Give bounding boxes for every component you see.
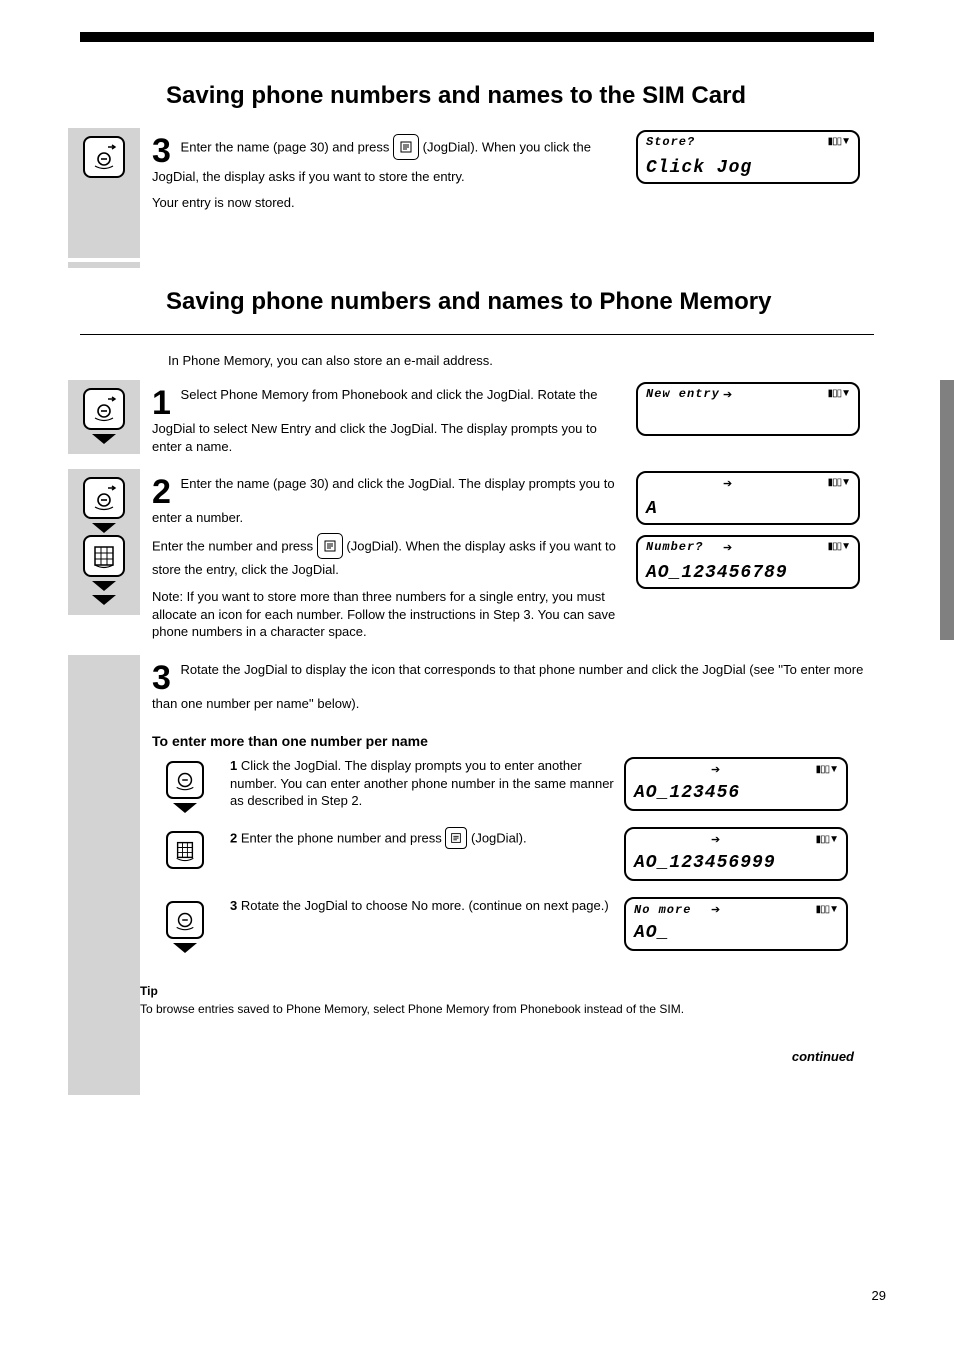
pm-intro: In Phone Memory, you can also store an e…	[168, 353, 874, 368]
lcd-number: ➔ ▮▯▯▼ Number? AO_123456789	[636, 535, 860, 589]
lcd-123456: ➔ ▮▯▯▼ AO_123456	[624, 757, 848, 811]
step-body: 3 Enter the name (page 30) and press (Jo…	[140, 128, 636, 221]
down-arrow-icon	[92, 595, 116, 605]
down-arrow-icon	[173, 803, 197, 813]
lcd-store: ▮▯▯▼ Store? Click Jog	[636, 130, 860, 184]
tip-block: Tip To browse entries saved to Phone Mem…	[140, 983, 874, 1017]
thumb-tab	[940, 380, 954, 640]
substep-icon-col	[140, 757, 230, 815]
substep-1: 1 Click the JogDial. The display prompts…	[140, 757, 874, 821]
step-number: 1	[152, 386, 171, 420]
substep-text: 1 Click the JogDial. The display prompts…	[230, 757, 624, 810]
lcd-a: ➔ ▮▯▯▼ A	[636, 471, 860, 525]
lcd-col: ➔ ▮▯▯▼ A ➔ ▮▯▯▼ Number? AO_123456789	[636, 469, 886, 601]
page-number: 29	[872, 1288, 886, 1303]
pm-step-3: 3 Rotate the JogDial to display the icon…	[68, 655, 886, 1095]
heading-phonememory: Saving phone numbers and names to Phone …	[166, 288, 886, 316]
left-icon-column	[68, 380, 140, 454]
divider	[80, 334, 874, 335]
lcd-col: ➔ ▮▯▯▼ New entry	[636, 380, 886, 448]
tip-body: To browse entries saved to Phone Memory,…	[140, 1001, 874, 1017]
jog-push-right-icon	[83, 477, 125, 519]
signal-icon: ▮▯▯▼	[828, 388, 850, 399]
left-icon-column	[68, 655, 140, 1095]
down-arrow-icon	[92, 581, 116, 591]
tip-title: Tip	[140, 983, 874, 999]
signal-icon: ▮▯▯▼	[816, 833, 838, 847]
pm-step-1: 1 Select Phone Memory from Phonebook and…	[68, 380, 886, 465]
lcd-col: ▮▯▯▼ Store? Click Jog	[636, 128, 886, 196]
memo-icon	[393, 134, 419, 160]
lcd-new-entry: ➔ ▮▯▯▼ New entry	[636, 382, 860, 436]
jog-push-right-icon	[83, 388, 125, 430]
signal-icon: ▮▯▯▼	[828, 541, 850, 552]
substep-icon-col	[140, 827, 230, 871]
jog-dial-icon	[166, 901, 204, 939]
memo-icon	[317, 533, 343, 559]
step-body: 1 Select Phone Memory from Phonebook and…	[140, 380, 636, 465]
substep-text: 2 Enter the phone number and press (JogD…	[230, 827, 624, 851]
arrow-icon: ➔	[723, 477, 732, 490]
signal-icon: ▮▯▯▼	[828, 477, 850, 488]
arrow-icon: ➔	[711, 833, 720, 848]
pm-step-2: 2 Enter the name (page 30) and click the…	[68, 469, 886, 651]
step-number: 3	[152, 134, 171, 168]
substep-2: 2 Enter the phone number and press (JogD…	[140, 827, 874, 891]
step-body: 3 Rotate the JogDial to display the icon…	[140, 655, 886, 1071]
jog-push-right-icon	[83, 136, 125, 178]
arrow-icon: ➔	[711, 903, 720, 918]
jog-dial-icon	[166, 761, 204, 799]
substep-title: To enter more than one number per name	[152, 732, 874, 751]
arrow-icon: ➔	[711, 763, 720, 778]
down-arrow-icon	[92, 523, 116, 533]
continued-label: continued	[140, 1048, 874, 1066]
lcd-col: ➔ ▮▯▯▼ No more AO_	[624, 897, 874, 961]
signal-icon: ▮▯▯▼	[828, 136, 850, 147]
arrow-icon: ➔	[723, 388, 732, 401]
lcd-col: ➔ ▮▯▯▼ AO_123456999	[624, 827, 874, 891]
substep-icon-col	[140, 897, 230, 955]
heading-sim: Saving phone numbers and names to the SI…	[166, 82, 886, 110]
step-number: 2	[152, 475, 171, 509]
keypad-icon	[83, 535, 125, 577]
step-number: 3	[152, 661, 171, 695]
step-text-a: Enter the name (page 30) and press	[181, 139, 393, 154]
lcd-col: ➔ ▮▯▯▼ AO_123456	[624, 757, 874, 821]
step-sub: Your entry is now stored.	[152, 194, 624, 212]
step-text: Rotate the JogDial to display the icon t…	[152, 662, 863, 711]
lcd-no-more: ➔ ▮▯▯▼ No more AO_	[624, 897, 848, 951]
step-note: Note: If you want to store more than thr…	[152, 588, 624, 641]
keypad-icon	[166, 831, 204, 869]
down-arrow-icon	[173, 943, 197, 953]
signal-icon: ▮▯▯▼	[816, 903, 838, 917]
header-rule	[80, 32, 874, 42]
left-icon-column	[68, 128, 140, 258]
down-arrow-icon	[92, 434, 116, 444]
step-text-b1: Enter the number and press	[152, 538, 317, 553]
step-text: Select Phone Memory from Phonebook and c…	[152, 387, 598, 454]
left-icon-column	[68, 469, 140, 615]
arrow-icon: ➔	[723, 541, 732, 554]
sim-step-3: 3 Enter the name (page 30) and press (Jo…	[68, 128, 886, 258]
step-text-a: Enter the name (page 30) and click the J…	[152, 476, 615, 525]
substep-text: 3 Rotate the JogDial to choose No more. …	[230, 897, 624, 915]
signal-icon: ▮▯▯▼	[816, 763, 838, 777]
lcd-123456999: ➔ ▮▯▯▼ AO_123456999	[624, 827, 848, 881]
substep-3: 3 Rotate the JogDial to choose No more. …	[140, 897, 874, 961]
memo-icon	[445, 827, 467, 849]
step-body: 2 Enter the name (page 30) and click the…	[140, 469, 636, 651]
